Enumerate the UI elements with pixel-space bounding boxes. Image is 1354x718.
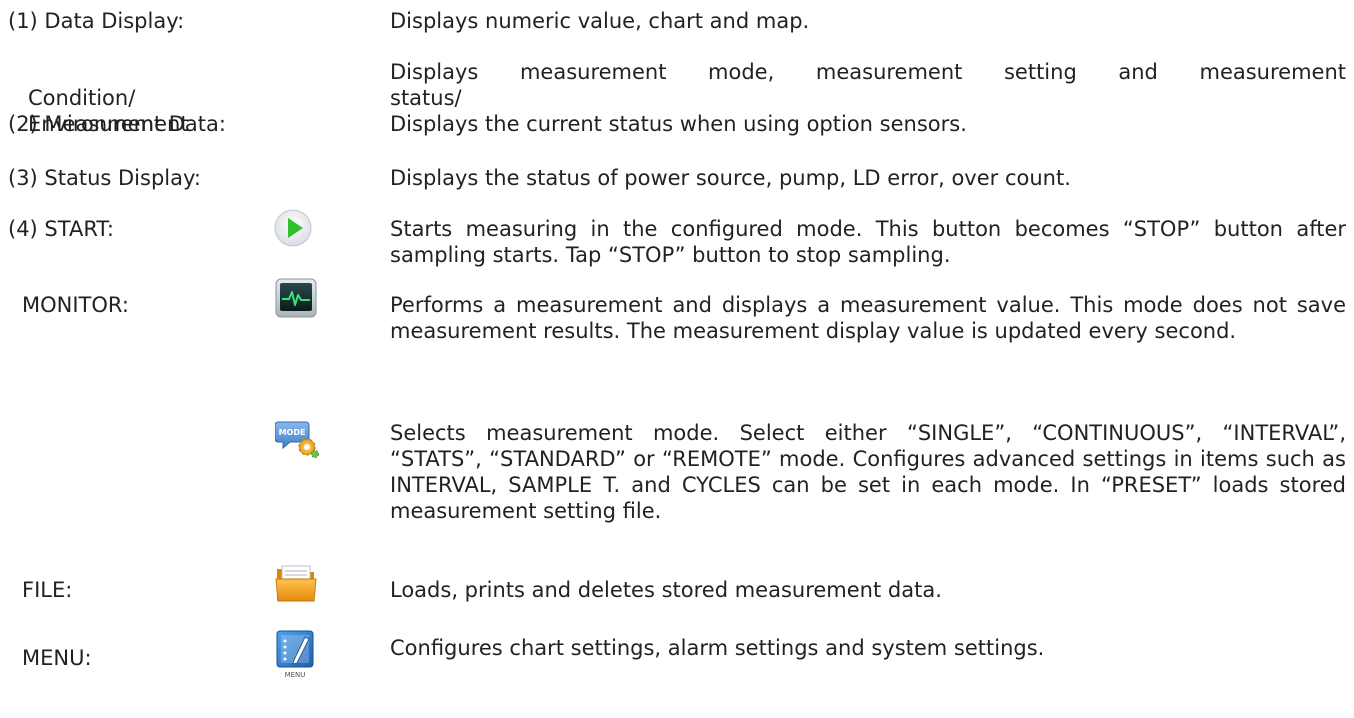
term-data-display: (1) Data Display: [8, 9, 185, 33]
desc-monitor: Performs a measurement and displays a me… [390, 293, 1346, 343]
desc-status-display: Displays the status of power source, pum… [390, 166, 1071, 190]
term-line: Environment Data: [28, 112, 226, 136]
mode-icon[interactable]: MODE [275, 418, 319, 458]
menu-icon-text: MENU [285, 671, 306, 679]
desc-file: Loads, prints and deletes stored measure… [390, 578, 942, 602]
term-file: FILE: [22, 578, 73, 602]
desc-line: Displays measurement mode, measurement s… [390, 60, 1346, 84]
desc-mode: Selects measurement mode. Select either … [390, 421, 1346, 523]
monitor-icon[interactable] [275, 278, 317, 320]
term-menu: MENU: [22, 646, 92, 670]
term-line: Condition/ [28, 86, 136, 110]
play-icon[interactable] [273, 208, 313, 248]
mode-icon-text: MODE [279, 428, 306, 437]
desc-line: status/ [390, 86, 462, 110]
desc-menu: Configures chart settings, alarm setting… [390, 636, 1045, 660]
desc-data-display: Displays numeric value, chart and map. [390, 9, 810, 33]
term-start: (4) START: [8, 217, 114, 241]
term-status-display: (3) Status Display: [8, 166, 201, 190]
desc-line: Displays the current status when using o… [390, 112, 967, 136]
desc-measurement-condition: Displays measurement mode, measurement s… [390, 59, 1346, 137]
term-monitor: MONITOR: [22, 293, 129, 317]
desc-start: Starts measuring in the configured mode.… [390, 217, 1346, 267]
menu-icon[interactable]: MENU [275, 629, 317, 679]
folder-icon[interactable] [275, 563, 317, 603]
